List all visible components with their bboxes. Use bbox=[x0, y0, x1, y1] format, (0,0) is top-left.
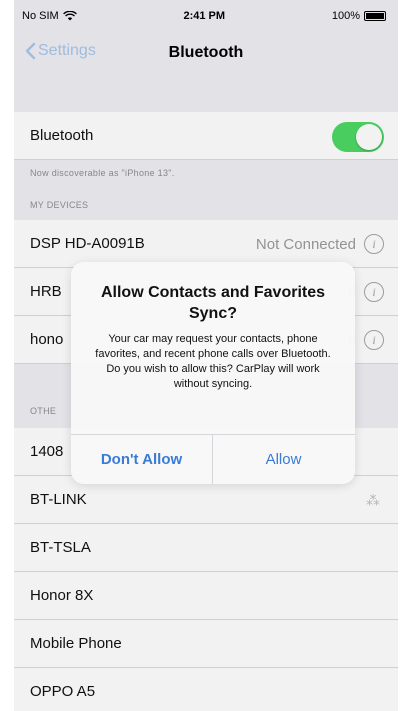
dont-allow-button[interactable]: Don't Allow bbox=[71, 434, 212, 484]
sync-alert-dialog: Allow Contacts and Favorites Sync? Your … bbox=[71, 262, 355, 484]
phone-screen: No SIM 2:41 PM 100% Settings Bluetooth B… bbox=[14, 0, 398, 711]
allow-button[interactable]: Allow bbox=[213, 434, 354, 484]
alert-message: Your car may request your contacts, phon… bbox=[95, 333, 331, 390]
alert-title: Allow Contacts and Favorites Sync? bbox=[100, 284, 326, 322]
